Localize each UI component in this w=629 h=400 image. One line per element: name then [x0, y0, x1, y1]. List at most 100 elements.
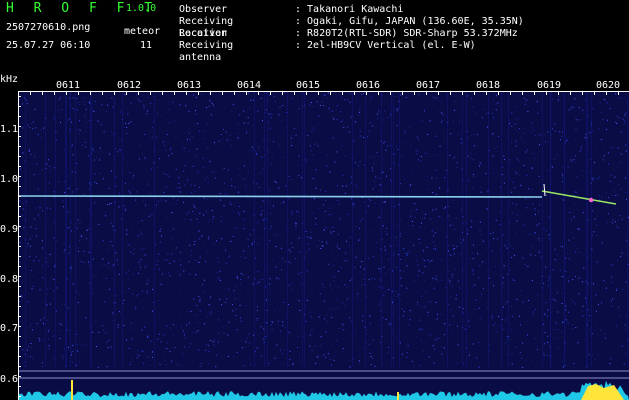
axis-tick-mark	[294, 92, 295, 95]
axis-tick-mark	[18, 256, 21, 257]
axis-tick-mark	[78, 92, 79, 95]
x-tick-label: 0614	[237, 80, 262, 91]
axis-tick-mark	[18, 146, 21, 147]
axis-tick-mark	[54, 92, 55, 95]
axis-tick-mark	[126, 92, 127, 95]
axis-tick-mark	[18, 246, 21, 247]
axis-tick-mark	[594, 92, 595, 95]
file-datetime: 25.07.27 06:10	[6, 40, 91, 51]
axis-tick-mark	[18, 196, 21, 197]
y-tick-label: 0.7	[0, 323, 19, 334]
axis-tick-mark	[66, 92, 67, 95]
axis-tick-mark	[306, 92, 307, 95]
axis-tick-mark	[18, 346, 21, 347]
axis-tick-mark	[18, 216, 21, 217]
header-panel: H R O F F T 1.0.0 2507270610.png 25.07.2…	[0, 0, 629, 76]
x-tick-label: 0616	[356, 80, 381, 91]
file-name: 2507270610.png	[6, 22, 91, 33]
y-axis-unit: kHz	[0, 74, 19, 85]
axis-tick-mark	[522, 92, 523, 95]
axis-tick-mark	[510, 92, 511, 95]
x-tick-label: 0620	[596, 80, 621, 91]
y-tick-label: 0.8	[0, 274, 19, 285]
axis-tick-mark	[18, 136, 21, 137]
plot-top-axis	[18, 91, 629, 92]
axis-tick-mark	[18, 106, 21, 107]
axis-tick-mark	[18, 296, 21, 297]
axis-tick-mark	[18, 356, 21, 357]
axis-tick-mark	[162, 92, 163, 95]
axis-tick-mark	[498, 92, 499, 95]
axis-tick-mark	[114, 92, 115, 95]
axis-tick-mark	[102, 92, 103, 95]
axis-tick-mark	[18, 336, 21, 337]
y-tick-label: 1.0	[0, 174, 19, 185]
axis-tick-mark	[246, 92, 247, 95]
meteor-count: 11	[140, 40, 153, 51]
axis-tick-mark	[198, 92, 199, 95]
x-tick-label: 0612	[117, 80, 142, 91]
axis-tick-mark	[186, 92, 187, 95]
info-value: : Takanori Kawachi	[295, 4, 404, 15]
axis-tick-mark	[234, 92, 235, 95]
axis-tick-mark	[558, 92, 559, 95]
info-value: : Ogaki, Gifu, JAPAN (136.60E, 35.35N)	[295, 16, 524, 27]
info-label: Receiver	[179, 28, 228, 39]
axis-tick-mark	[378, 92, 379, 95]
axis-tick-mark	[18, 266, 21, 267]
axis-tick-mark	[210, 92, 211, 95]
axis-tick-mark	[618, 92, 619, 95]
axis-tick-mark	[18, 326, 21, 327]
axis-tick-mark	[546, 92, 547, 95]
info-value: : 2el-HB9CV Vertical (el. E-W)	[295, 40, 476, 51]
x-tick-label: 0613	[177, 80, 202, 91]
y-tick-label: 0.6	[0, 374, 19, 385]
app-version: 1.0.0	[126, 3, 157, 14]
x-tick-label: 0618	[476, 80, 501, 91]
axis-tick-mark	[18, 166, 21, 167]
axis-tick-mark	[18, 366, 21, 367]
axis-tick-mark	[486, 92, 487, 95]
axis-tick-mark	[222, 92, 223, 95]
axis-tick-mark	[570, 92, 571, 95]
axis-tick-mark	[366, 92, 367, 95]
axis-tick-mark	[18, 186, 21, 187]
axis-tick-mark	[402, 92, 403, 95]
axis-tick-mark	[18, 396, 21, 397]
axis-tick-mark	[18, 306, 21, 307]
axis-tick-mark	[270, 92, 271, 95]
info-label: Observer	[179, 4, 228, 15]
axis-tick-mark	[138, 92, 139, 95]
axis-tick-mark	[390, 92, 391, 95]
y-tick-label: 1.1	[0, 124, 19, 135]
y-tick-label: 0.9	[0, 224, 19, 235]
axis-tick-mark	[450, 92, 451, 95]
meteor-label: meteor	[124, 26, 161, 37]
axis-tick-mark	[150, 92, 151, 95]
axis-tick-mark	[354, 92, 355, 95]
axis-tick-mark	[330, 92, 331, 95]
x-tick-label: 0619	[537, 80, 562, 91]
axis-tick-mark	[90, 92, 91, 95]
axis-tick-mark	[18, 316, 21, 317]
axis-tick-mark	[18, 386, 21, 387]
spectrogram-plot	[18, 92, 629, 400]
axis-tick-mark	[426, 92, 427, 95]
axis-tick-mark	[18, 376, 21, 377]
axis-tick-mark	[474, 92, 475, 95]
axis-tick-mark	[438, 92, 439, 95]
axis-tick-mark	[414, 92, 415, 95]
axis-tick-mark	[18, 236, 21, 237]
axis-tick-mark	[42, 92, 43, 95]
axis-tick-mark	[342, 92, 343, 95]
axis-tick-mark	[18, 286, 21, 287]
axis-tick-mark	[18, 96, 21, 97]
axis-tick-mark	[18, 276, 21, 277]
axis-tick-mark	[30, 92, 31, 95]
x-tick-label: 0611	[56, 80, 81, 91]
axis-tick-mark	[18, 92, 19, 95]
x-tick-label: 0617	[416, 80, 441, 91]
axis-tick-mark	[18, 206, 21, 207]
axis-tick-mark	[174, 92, 175, 95]
axis-tick-mark	[258, 92, 259, 95]
